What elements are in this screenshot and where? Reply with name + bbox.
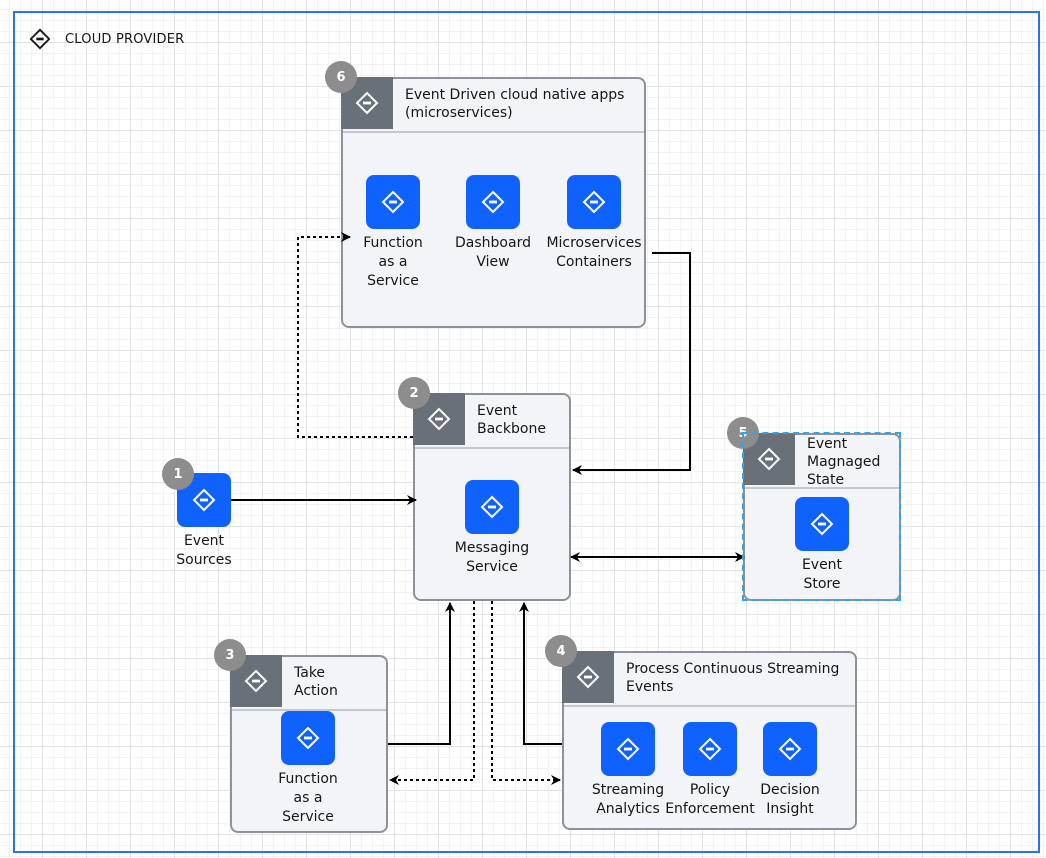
diamond-minus-icon <box>582 190 606 214</box>
node-label: Event Sources <box>176 533 232 568</box>
diamond-minus-icon <box>192 488 216 512</box>
node-function-as-a-service-apps[interactable]: Function as a Service <box>353 175 433 291</box>
diamond-minus-icon <box>576 665 600 689</box>
cloud-provider-title: CLOUD PROVIDER <box>65 31 185 47</box>
step-badge-5: 5 <box>727 417 759 449</box>
diamond-minus-icon <box>757 447 781 471</box>
diamond-minus-icon <box>29 28 51 50</box>
diamond-minus-icon <box>481 190 505 214</box>
service-tile <box>465 480 519 534</box>
diamond-minus-icon <box>355 91 379 115</box>
diamond-minus-icon <box>244 669 268 693</box>
diamond-minus-icon <box>616 737 640 761</box>
diamond-minus-icon <box>810 512 834 536</box>
diamond-minus-icon <box>480 495 504 519</box>
group-title: Take Action <box>294 665 338 699</box>
group-title: Process Continuous Streaming Events <box>626 661 840 695</box>
node-messaging-service[interactable]: Messaging Service <box>442 480 542 577</box>
service-tile <box>763 722 817 776</box>
group-title: Event Backbone <box>477 403 546 437</box>
diamond-minus-icon <box>381 190 405 214</box>
step-badge-2: 2 <box>398 377 430 409</box>
node-streaming-analytics[interactable]: Streaming Analytics <box>586 722 670 819</box>
node-microservices-containers[interactable]: Microservices Containers <box>544 175 644 272</box>
node-label: Dashboard View <box>455 235 531 270</box>
node-event-store[interactable]: Event Store <box>772 497 872 594</box>
service-tile <box>567 175 621 229</box>
step-badge-4: 4 <box>545 635 577 667</box>
diamond-minus-icon <box>427 407 451 431</box>
cloud-provider-header: CLOUD PROVIDER <box>29 28 184 50</box>
group-header: Event Driven cloud native apps (microser… <box>341 77 644 133</box>
group-header: Event Backbone <box>413 393 569 449</box>
node-label: Function as a Service <box>278 771 338 825</box>
step-badge-3: 3 <box>214 639 246 671</box>
node-label: Function as a Service <box>363 235 423 289</box>
node-function-as-a-service-action[interactable]: Function as a Service <box>268 711 348 827</box>
step-badge-6: 6 <box>325 61 357 93</box>
step-badge-1: 1 <box>162 458 194 490</box>
node-label: Microservices Containers <box>546 235 642 270</box>
group-header: Event Magnaged State <box>743 433 899 489</box>
service-tile <box>366 175 420 229</box>
node-label: Policy Enforcement <box>665 782 755 817</box>
group-title: Event Magnaged State <box>807 436 881 488</box>
node-decision-insight[interactable]: Decision Insight <box>750 722 830 819</box>
service-tile <box>795 497 849 551</box>
node-dashboard-view[interactable]: Dashboard View <box>453 175 533 272</box>
diamond-minus-icon <box>778 737 802 761</box>
diamond-minus-icon <box>698 737 722 761</box>
node-label: Event Store <box>801 557 843 592</box>
group-header: Process Continuous Streaming Events <box>562 651 855 707</box>
node-policy-enforcement[interactable]: Policy Enforcement <box>664 722 756 819</box>
service-tile <box>281 711 335 765</box>
service-tile <box>601 722 655 776</box>
group-header: Take Action <box>230 655 386 711</box>
diamond-minus-icon <box>296 726 320 750</box>
group-title: Event Driven cloud native apps (microser… <box>405 87 625 121</box>
service-tile <box>683 722 737 776</box>
node-label: Decision Insight <box>760 782 820 817</box>
node-label: Streaming Analytics <box>591 782 665 817</box>
node-label: Messaging Service <box>454 540 530 575</box>
service-tile <box>466 175 520 229</box>
